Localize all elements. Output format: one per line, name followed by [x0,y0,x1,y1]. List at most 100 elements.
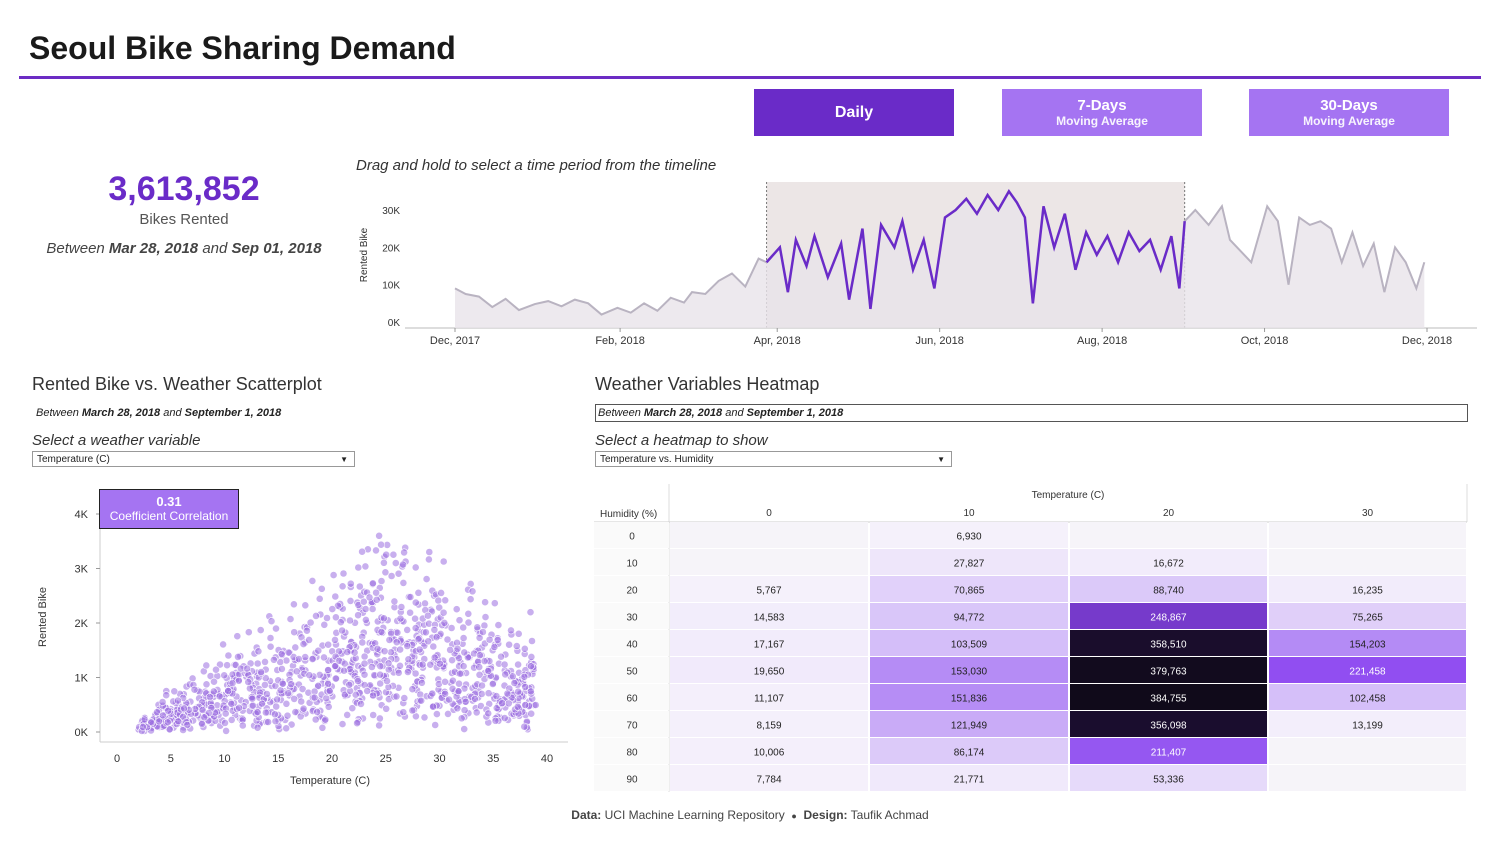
scatter-point [480,657,489,665]
scatter-point [439,557,448,566]
scatter-point [526,687,535,696]
scatter-x-tick-label: 0 [114,753,120,765]
weather-variable-label: Select a weather variable [32,432,201,449]
scatter-point [399,560,407,569]
scatter-point [455,616,464,625]
scatter-point [484,709,493,718]
page-title: Seoul Bike Sharing Demand [29,30,456,66]
scatter-point [290,628,299,637]
scatter-point [376,670,384,679]
scatter-point [414,635,423,644]
timeline-chart[interactable]: 0K 10K 20K 30K Rented Bike Dec, 2017 Feb, 2018… [350,175,1480,350]
scatter-point [368,579,377,588]
scatter-point [244,678,253,686]
heatmap-chart[interactable]: Temperature (C) Humidity (%) 0 10 20 30 0 6,930… [590,480,1475,795]
scatter-point [253,659,262,668]
scatter-point [228,679,237,688]
timeline-y-axis-label: Rented Bike [359,227,370,282]
kpi-total-value: 3,613,852 [108,170,260,208]
scatter-point [266,634,275,642]
heatmap-cell-label: 248,867 [1150,613,1187,624]
scatter-point [223,661,231,670]
scatter-point [233,632,242,641]
weather-variable-dropdown[interactable]: Temperature (C) ▼ [32,451,355,467]
scatter-point [488,680,497,688]
scatter-point [318,723,327,732]
heatmap-cell-label: 384,755 [1150,694,1187,705]
scatter-point [248,701,257,710]
scatter-point [420,713,429,722]
scatter-point [369,711,378,719]
scatter-point [439,608,448,617]
heatmap-cell-label: 151,836 [951,694,988,705]
heatmap-cell-label: 53,336 [1153,775,1184,786]
heatmap-column-label: 10 [963,508,975,519]
scatter-point [429,642,438,651]
scatter-x-tick-label: 35 [487,753,499,765]
scatter-point [310,693,319,702]
scatter-point [500,660,509,669]
scatter-point [220,671,229,680]
scatter-point [276,686,285,695]
heatmap-cell-label: 379,763 [1150,667,1187,678]
heatmap-cell-label: 6,930 [956,532,981,543]
heatmap-row-label: 60 [626,694,638,705]
heatmap-cell [1070,522,1267,548]
scatter-point [505,640,513,649]
scatter-point [531,701,540,709]
scatter-point [338,720,347,728]
heatmap-dropdown[interactable]: Temperature vs. Humidity ▼ [595,451,952,467]
scatter-point [375,721,383,730]
scatter-point [406,593,415,601]
scatter-point [322,694,331,703]
scatter-point [459,634,468,642]
scatter-point [389,550,398,559]
scatter-point [431,721,440,729]
scatter-point [301,653,310,661]
scatter-point [459,623,468,632]
scatter-point [475,663,484,671]
scatter-point [513,702,522,711]
scatter-point [434,596,443,605]
correlation-label: Coefficient Correlation [109,509,229,523]
scatter-point [339,569,348,578]
scatter-point [331,674,340,683]
scatter-point [443,635,452,644]
scatter-point [163,718,172,727]
scatter-point [235,703,243,712]
scatter-point [380,647,389,656]
timeline-y-tick-label: 30K [382,206,400,217]
moving-average-30-button[interactable]: 30-Days Moving Average [1249,89,1449,136]
scatter-point [408,685,417,694]
scatter-point [464,609,473,618]
daily-button[interactable]: Daily [754,89,954,136]
scatter-point [432,710,441,718]
scatter-point [492,692,501,700]
scatter-point [289,600,298,609]
scatter-point [526,608,535,617]
scatter-point [215,692,224,701]
scatter-point [200,713,209,722]
scatter-point [346,597,355,605]
scatter-point [338,582,347,591]
scatter-point [503,689,512,698]
scatter-point [162,691,171,700]
scatter-point [460,706,469,715]
scatter-point [271,717,280,726]
heatmap-row-label: 20 [626,586,638,597]
heatmap-cell-label: 70,865 [954,586,985,597]
kpi-label: Bikes Rented [139,211,229,228]
heatmap-cell-label: 21,771 [954,775,985,786]
scatter-point [367,663,376,671]
heatmap-column-label: 0 [766,508,772,519]
scatter-point [305,671,314,680]
scatter-point [302,626,311,635]
scatter-point [284,648,293,657]
heatmap-cell-label: 211,407 [1151,748,1187,759]
scatter-point [308,655,317,663]
moving-average-7-button[interactable]: 7-Days Moving Average [1002,89,1202,136]
chevron-down-icon: ▼ [340,455,348,464]
heatmap-cell-label: 358,510 [1150,640,1187,651]
heatmap-cell-label: 102,458 [1349,694,1386,705]
scatter-point [260,680,269,689]
